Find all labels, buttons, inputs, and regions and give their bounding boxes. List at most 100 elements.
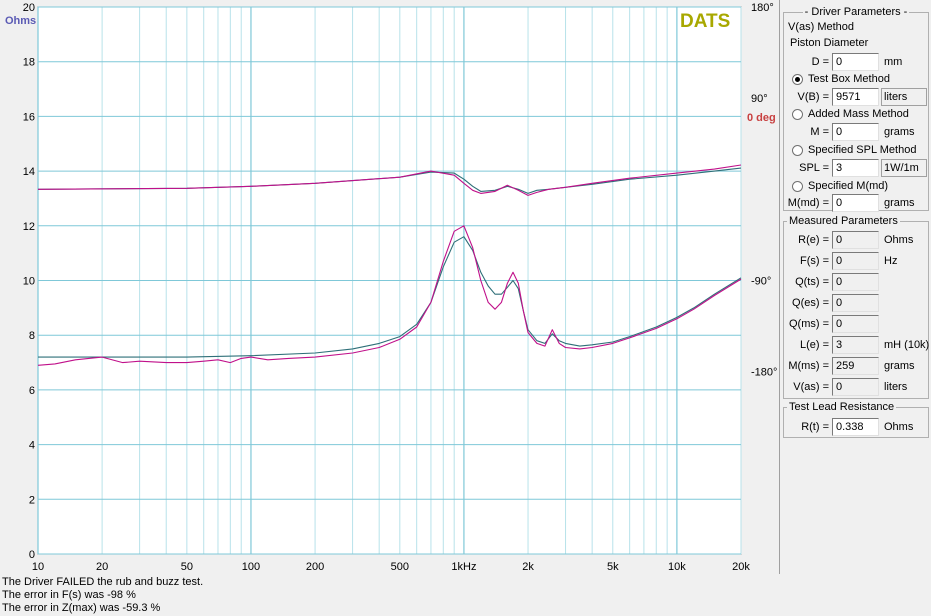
impedance-chart: 20 18 16 14 12 10 8 6 4 2 0 180° 90° -90° -180° 10 20 50 1…	[0, 0, 780, 574]
chart-svg: 20181614121086420180°90°-90°-180°10 20 50 1…	[5, 2, 777, 573]
measured-row: Q(es) = 0	[784, 294, 930, 313]
d-label: D =	[811, 56, 829, 68]
piston-diameter-label: Piston Diameter	[790, 37, 869, 49]
test-box-radio[interactable]	[792, 74, 803, 85]
measured-label: M(ms) =	[788, 360, 829, 372]
y-tick-label: 10	[23, 276, 35, 288]
mmd-row: M(md) = 0 grams	[784, 194, 930, 213]
measured-row: Q(ts) = 0	[784, 273, 930, 292]
y-tick-label: 8	[29, 330, 35, 342]
box-volume-field[interactable]: 9571	[832, 88, 879, 106]
d-row: D = 0 mm	[784, 53, 930, 72]
y-tick-label: 20	[23, 2, 35, 14]
y-tick-label: 2	[29, 494, 35, 506]
phase-tick-label: 90°	[751, 93, 768, 105]
spl-unit: 1W/1m	[881, 159, 927, 177]
measured-parameters-group: Measured Parameters R(e) = 0 Ohms F(s) = 0 Hz…	[783, 215, 930, 399]
vb-unit: liters	[881, 88, 927, 106]
y-tick-label: 18	[23, 57, 35, 69]
y-tick-label: 0	[29, 549, 35, 561]
y-tick-label: 16	[23, 111, 35, 123]
rt-row: R(t) = 0.338 Ohms	[784, 418, 930, 437]
measured-value-field[interactable]: 0	[832, 231, 879, 249]
mmd-unit: grams	[884, 197, 915, 209]
y-tick-label: 12	[23, 221, 35, 233]
measured-unit: Ohms	[884, 234, 914, 246]
measured-label: L(e) =	[799, 339, 829, 351]
measured-value-field[interactable]: 0	[832, 273, 879, 291]
added-mass-radio[interactable]	[792, 109, 803, 120]
x-tick-label: 100	[242, 561, 260, 573]
added-mass-label[interactable]: Added Mass Method	[808, 107, 909, 121]
dats-window: 20 18 16 14 12 10 8 6 4 2 0 180° 90° -90° -180° 10 20 50 1…	[0, 0, 931, 616]
test-lead-title: Test Lead Resistance	[787, 401, 897, 413]
phase-tick-label: 180°	[751, 2, 774, 14]
spl-row: SPL = 3 1W/1m	[784, 159, 930, 178]
mmd-label: M(md) =	[787, 197, 829, 209]
rt-label: R(t) =	[801, 421, 829, 433]
measured-label: Q(ms) =	[788, 318, 829, 330]
measured-value-field[interactable]: 259	[832, 357, 879, 375]
x-tick-label: 50	[181, 561, 193, 573]
diameter-field[interactable]: 0	[832, 53, 879, 71]
measured-row: L(e) = 3 mH (10k)	[784, 336, 930, 355]
measured-row: F(s) = 0 Hz	[784, 252, 930, 271]
measured-value-field[interactable]: 0	[832, 294, 879, 312]
measured-row: Q(ms) = 0	[784, 315, 930, 334]
y-tick-label: 14	[23, 166, 35, 178]
x-tick-label: 500	[391, 561, 409, 573]
m-unit: grams	[884, 126, 915, 138]
test-lead-group: Test Lead Resistance R(t) = 0.338 Ohms	[783, 401, 930, 438]
measured-row: R(e) = 0 Ohms	[784, 231, 930, 250]
measured-value-field[interactable]: 3	[832, 336, 879, 354]
measured-unit: Hz	[884, 255, 898, 267]
specified-spl-label[interactable]: Specified SPL Method	[808, 143, 916, 157]
driver-parameters-title: - Driver Parameters -	[802, 6, 910, 18]
test-box-label[interactable]: Test Box Method	[808, 72, 890, 86]
vb-label: V(B) =	[797, 91, 829, 103]
measured-label: V(as) =	[793, 381, 829, 393]
specified-spl-radio[interactable]	[792, 145, 803, 156]
y-tick-label: 6	[29, 385, 35, 397]
x-tick-label: 20k	[732, 561, 750, 573]
measured-label: F(s) =	[799, 255, 829, 267]
mmd-field[interactable]: 0	[832, 194, 879, 212]
measured-label: Q(ts) =	[795, 276, 829, 288]
parameters-panel: - Driver Parameters - V(as) Method Pisto…	[781, 0, 931, 616]
measured-unit: grams	[884, 360, 915, 372]
lead-resistance-field[interactable]: 0.338	[832, 418, 879, 436]
right-unit-label: 0 deg	[747, 112, 776, 124]
spl-field[interactable]: 3	[832, 159, 879, 177]
m-label: M =	[810, 126, 829, 138]
x-tick-label: 200	[306, 561, 324, 573]
measured-value-field[interactable]: 0	[832, 252, 879, 270]
measured-row: V(as) = 0 liters	[784, 378, 930, 397]
m-row: M = 0 grams	[784, 123, 930, 142]
x-tick-label: 20	[96, 561, 108, 573]
specified-mmd-radio[interactable]	[792, 181, 803, 192]
spl-label: SPL =	[799, 162, 829, 174]
rt-unit: Ohms	[884, 421, 914, 433]
x-tick-label: 1kHz	[451, 561, 476, 573]
status-line: The error in F(s) was -98 %	[2, 589, 136, 601]
measured-label: R(e) =	[798, 234, 829, 246]
added-mass-field[interactable]: 0	[832, 123, 879, 141]
specified-mmd-label[interactable]: Specified M(md)	[808, 179, 888, 193]
status-line: The Driver FAILED the rub and buzz test.	[2, 576, 204, 588]
left-unit-label: Ohms	[5, 15, 36, 27]
measured-value-field[interactable]: 0	[832, 378, 879, 396]
d-unit: mm	[884, 56, 903, 68]
x-tick-label: 10	[32, 561, 44, 573]
measured-row: M(ms) = 259 grams	[784, 357, 930, 376]
driver-parameters-group: - Driver Parameters - V(as) Method Pisto…	[783, 6, 930, 213]
x-tick-label: 5k	[607, 561, 619, 573]
vb-row: V(B) = 9571 liters	[784, 88, 930, 107]
measured-parameters-title: Measured Parameters	[787, 215, 900, 227]
vas-method-label: V(as) Method	[788, 21, 855, 33]
measured-value-field[interactable]: 0	[832, 315, 879, 333]
phase-tick-label: -180°	[751, 367, 777, 379]
status-area: The Driver FAILED the rub and buzz test.…	[2, 576, 778, 615]
measured-unit: liters	[884, 381, 908, 393]
y-tick-label: 4	[29, 440, 35, 452]
brand-logo: DATS	[680, 11, 730, 32]
